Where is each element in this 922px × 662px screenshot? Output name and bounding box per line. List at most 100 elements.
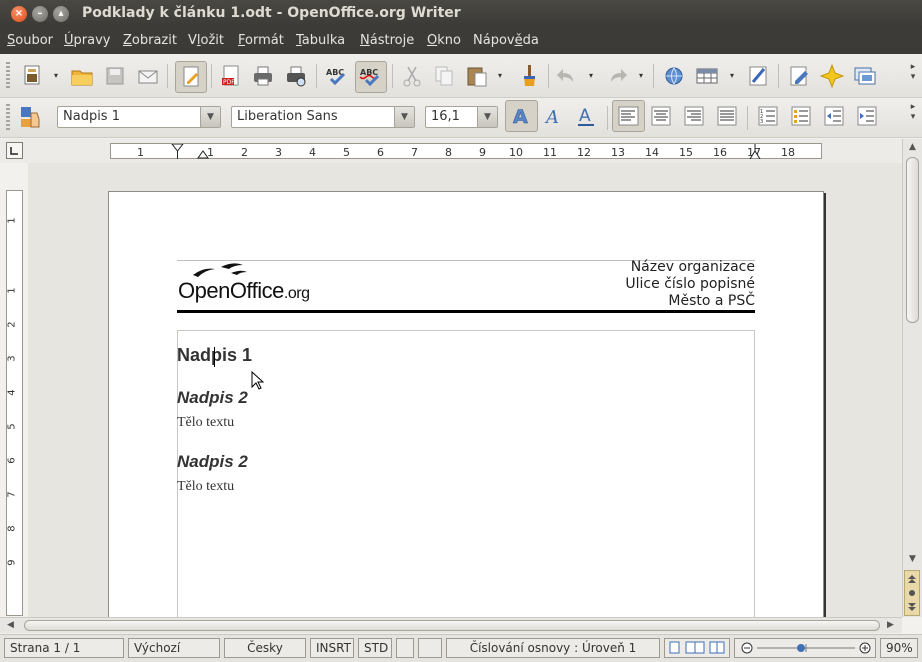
paragraph-style-value: Nadpis 1 [63,109,120,124]
find-replace-button[interactable] [786,62,814,90]
minimize-window-button[interactable]: – [32,6,48,22]
redo-dropdown-arrow[interactable]: ▾ [639,72,647,80]
heading-2[interactable]: Nadpis 2 [177,452,248,472]
menu-napoveda[interactable]: Nápověda [473,33,539,48]
undo-button[interactable] [553,62,581,90]
chevron-down-icon[interactable]: ▼ [477,107,497,127]
bullets-button[interactable] [787,102,815,130]
navigator-button[interactable] [818,62,846,90]
vertical-scroll-thumb[interactable] [906,157,919,323]
gallery-button[interactable] [851,62,879,90]
numbering-button[interactable]: 123 [754,102,782,130]
chevron-down-icon[interactable]: ▼ [200,107,220,127]
decrease-indent-button[interactable] [820,102,848,130]
justify-button[interactable] [713,102,741,130]
align-left-button[interactable] [612,100,645,132]
scroll-down-icon[interactable]: ▼ [906,553,919,566]
first-line-indent-marker[interactable] [171,144,185,159]
digital-signature-status[interactable] [418,638,442,658]
selection-mode-status[interactable]: STD [358,638,392,658]
toolbar-grip[interactable] [6,104,10,130]
menu-vlozit[interactable]: Vložit [188,33,224,48]
table-dropdown-arrow[interactable]: ▾ [730,72,738,80]
page-navigation-buttons[interactable] [904,570,920,616]
menu-format[interactable]: Formát [238,33,284,48]
edit-mode-button[interactable] [175,61,207,93]
open-button[interactable] [68,62,96,90]
menu-soubor[interactable]: Soubor [7,33,53,48]
scroll-left-icon[interactable]: ◀ [4,619,17,632]
page-style-status[interactable]: Výchozí [128,638,220,658]
horizontal-scrollbar[interactable]: ◀ ▶ [0,617,902,633]
export-pdf-button[interactable]: PDF [217,62,245,90]
menu-zobrazit[interactable]: Zobrazit [123,33,177,48]
document-page[interactable]: OpenOffice.org Název organizace Ulice čí… [108,191,824,617]
hyperlink-button[interactable] [660,62,688,90]
paste-button[interactable] [463,62,491,90]
scroll-up-icon[interactable]: ▲ [906,141,919,154]
body-text[interactable]: Tělo textu [177,415,234,431]
left-indent-marker[interactable] [197,150,209,159]
styles-formatting-button[interactable] [17,103,45,131]
new-dropdown-arrow[interactable]: ▾ [54,72,62,80]
cut-button[interactable] [398,62,426,90]
right-indent-marker[interactable] [748,144,762,159]
new-document-button[interactable] [18,62,46,90]
zoom-slider[interactable] [734,638,876,658]
ruler-tick: 3 [275,146,282,159]
close-window-button[interactable]: × [11,6,27,22]
chevron-down-icon[interactable]: ▼ [394,107,414,127]
horizontal-ruler[interactable]: 1 1 2 3 4 5 6 7 8 9 10 11 12 13 14 15 16… [110,143,822,159]
paintbrush-icon [524,65,535,86]
paragraph-style-select[interactable]: Nadpis 1 ▼ [57,106,221,128]
autospellcheck-button[interactable]: ABC [355,61,387,93]
horizontal-scroll-thumb[interactable] [24,620,880,631]
ruler-tick: 1 [6,287,18,294]
maximize-window-button[interactable]: ▴ [53,6,69,22]
menu-upravy[interactable]: Úpravy [64,33,110,48]
save-button[interactable] [101,62,129,90]
undo-dropdown-arrow[interactable]: ▾ [589,72,597,80]
document-canvas[interactable]: OpenOffice.org Název organizace Ulice čí… [28,163,902,617]
heading-2[interactable]: Nadpis 2 [177,388,248,408]
clone-formatting-button[interactable] [515,62,543,90]
vertical-ruler[interactable]: 1 1 2 3 4 5 6 7 8 9 [6,190,23,616]
insert-mode-status[interactable]: INSRT [310,638,354,658]
body-text[interactable]: Tělo textu [177,479,234,495]
view-layout-buttons[interactable] [664,638,730,658]
align-right-button[interactable] [680,102,708,130]
font-name-select[interactable]: Liberation Sans ▼ [231,106,415,128]
align-center-button[interactable] [647,102,675,130]
menu-tabulka[interactable]: Tabulka [296,33,345,48]
spellcheck-button[interactable]: ABC [323,62,351,90]
italic-button[interactable]: A [540,102,568,130]
page-number-status[interactable]: Strana 1 / 1 [4,638,124,658]
language-status[interactable]: Česky [224,638,306,658]
toolbar-overflow-arrow[interactable]: ▸ ▾ [907,102,919,132]
bold-button[interactable]: A [505,100,538,132]
underline-button[interactable]: A [573,102,601,130]
email-button[interactable] [134,62,162,90]
increase-indent-button[interactable] [853,102,881,130]
paste-dropdown-arrow[interactable]: ▾ [498,72,506,80]
insert-table-button[interactable] [693,62,721,90]
copy-button[interactable] [430,62,458,90]
font-size-value: 16,1 [431,109,460,124]
ruler-tick: 5 [343,146,350,159]
menu-okno[interactable]: Okno [427,33,461,48]
vertical-scrollbar[interactable]: ▲ ▼ [902,139,922,617]
menu-nastroje[interactable]: Nástroje [360,33,414,48]
toolbar-overflow-arrow[interactable]: ▸ ▾ [907,62,919,92]
print-button[interactable] [249,62,277,90]
print-preview-button[interactable] [282,62,310,90]
tab-stop-type-button[interactable] [6,142,23,159]
toolbar-grip[interactable] [6,62,10,88]
document-modified-status[interactable] [396,638,414,658]
show-draw-functions-button[interactable] [744,62,772,90]
scroll-right-icon[interactable]: ▶ [884,619,897,632]
ruler-tick: 2 [241,146,248,159]
font-size-select[interactable]: 16,1 ▼ [425,106,498,128]
ruler-tick: 8 [445,146,452,159]
redo-button[interactable] [603,62,631,90]
zoom-level-status[interactable]: 90% [880,638,918,658]
